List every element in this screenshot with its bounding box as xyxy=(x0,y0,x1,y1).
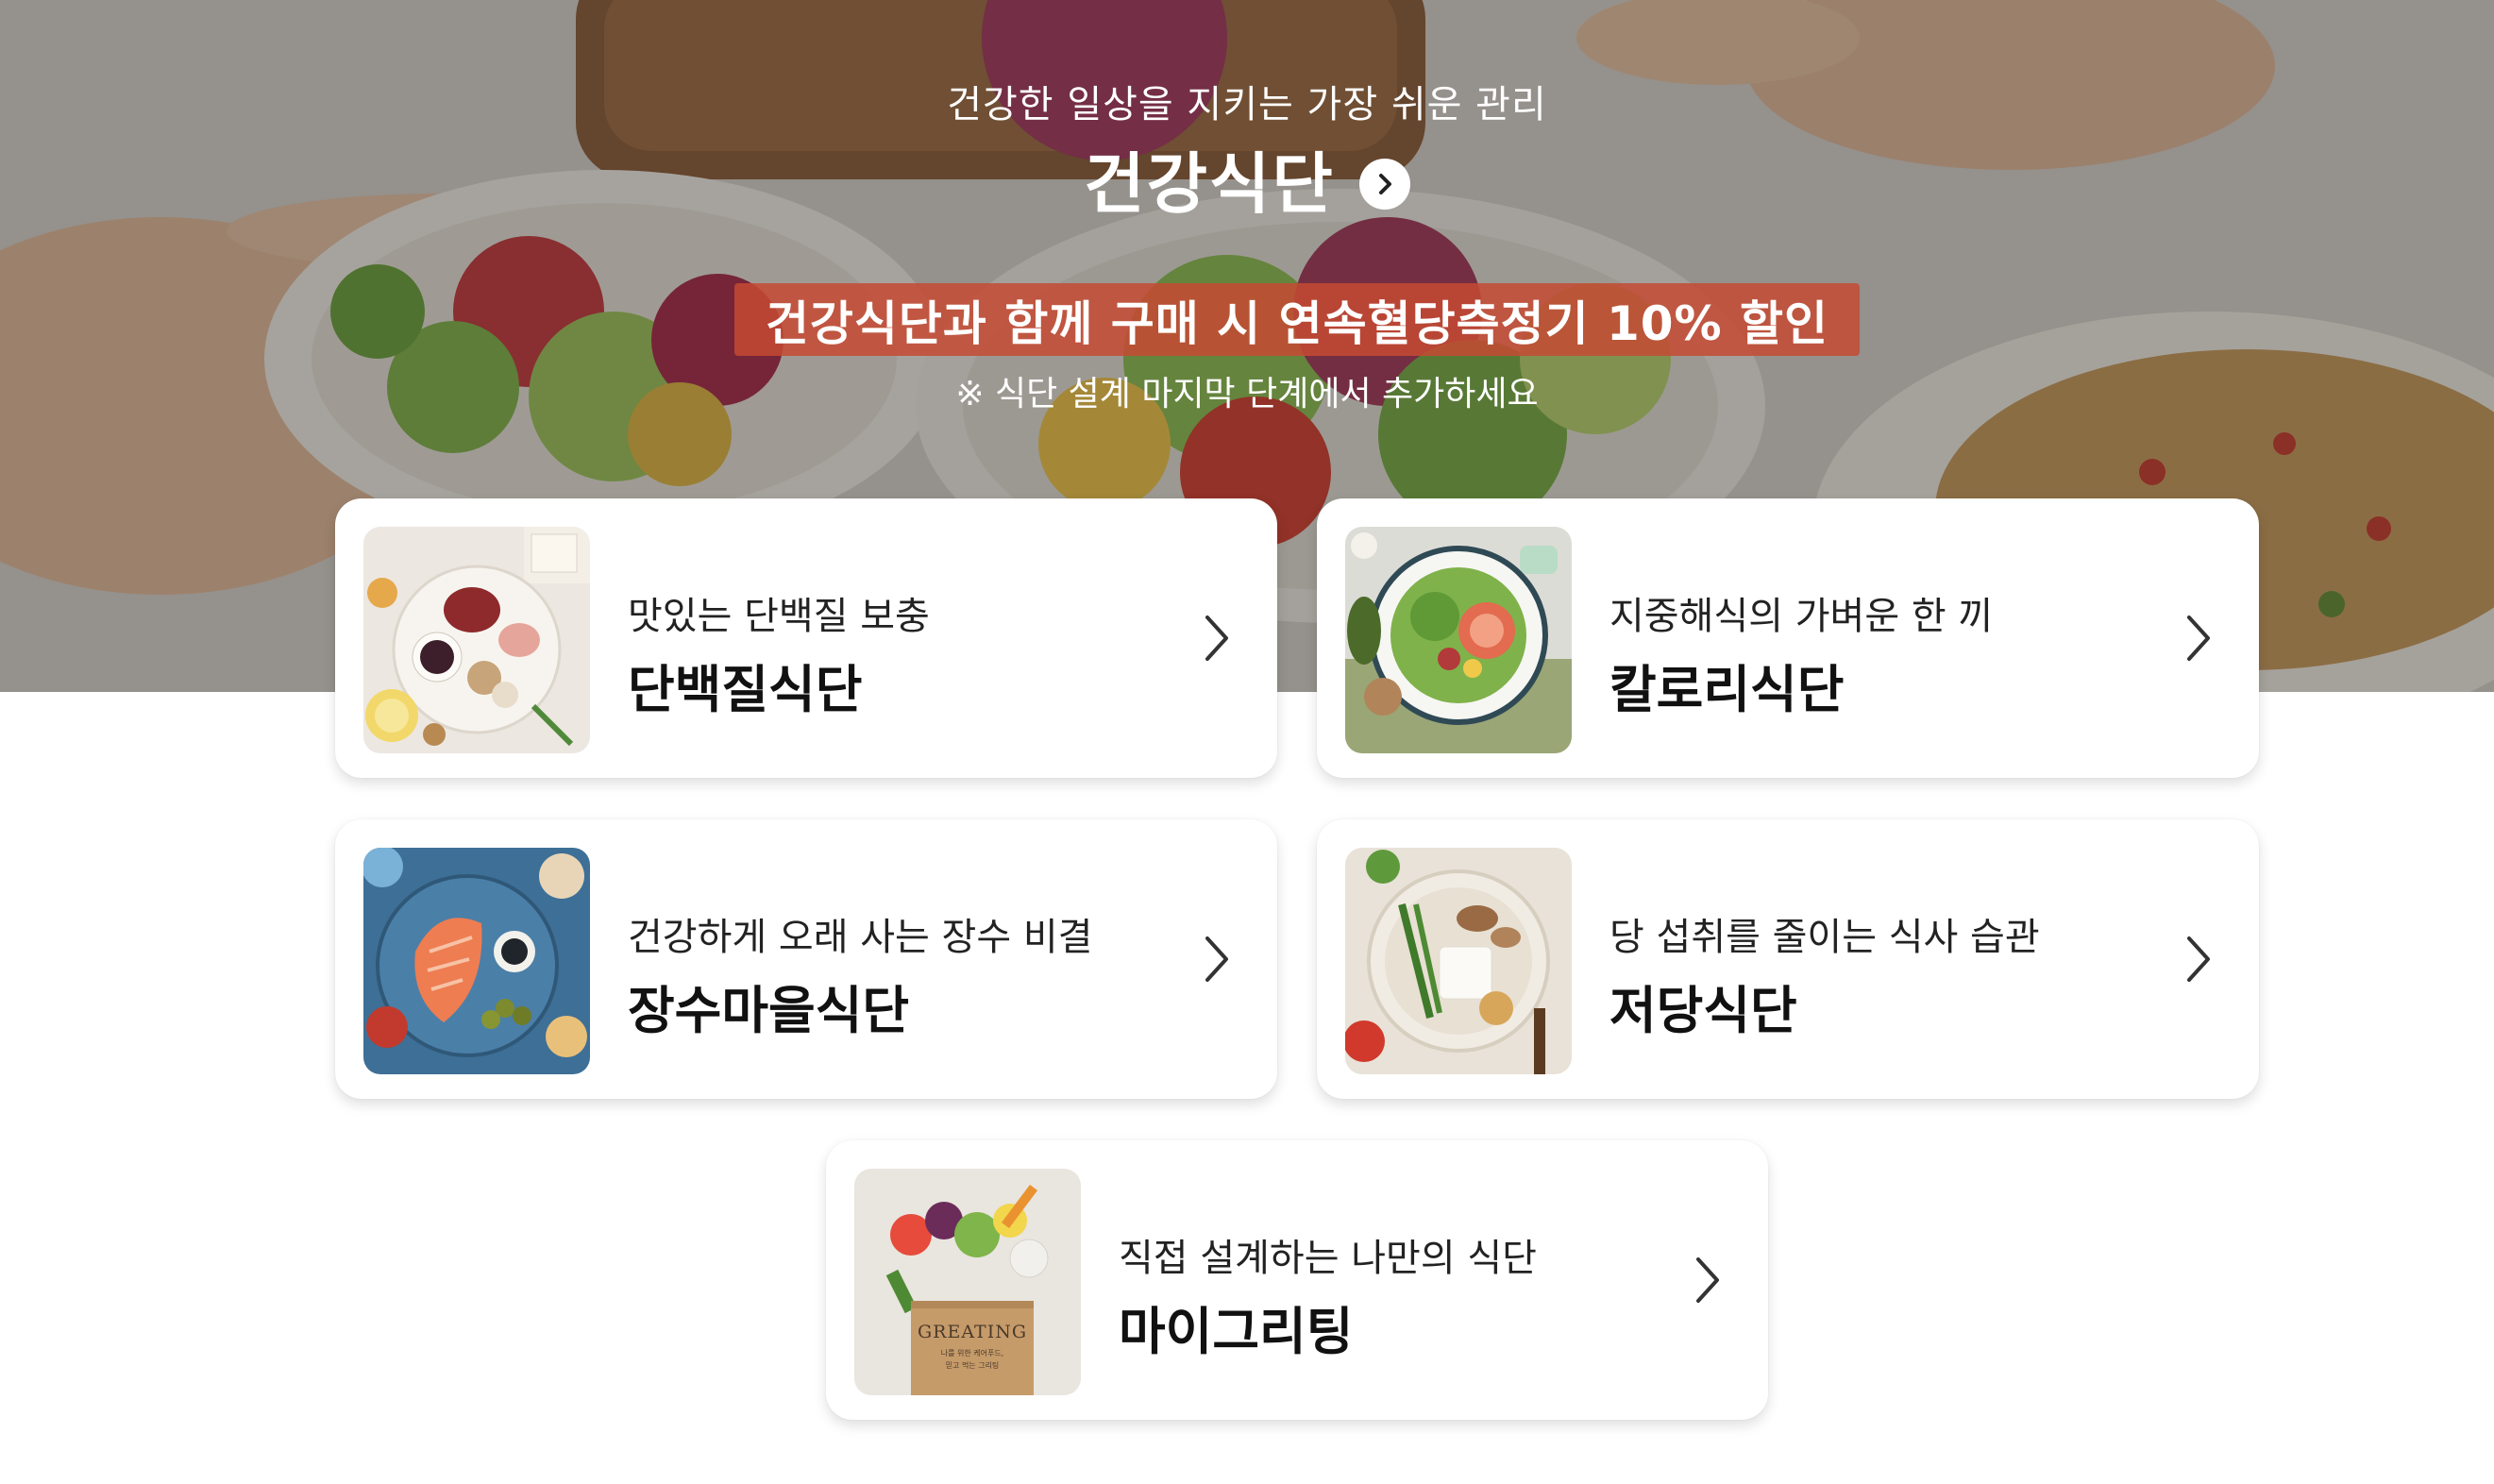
chevron-right-icon[interactable] xyxy=(2180,610,2217,666)
chevron-right-icon[interactable] xyxy=(1689,1252,1727,1308)
card-subtitle: 지중해식의 가벼운 한 끼 xyxy=(1609,595,1994,638)
hero-title[interactable]: 건강식단 xyxy=(1084,151,1335,217)
card-subtitle: 당 섭취를 줄이는 식사 습관 xyxy=(1609,916,2040,959)
card-image-low-sugar xyxy=(1345,848,1572,1074)
chevron-right-icon[interactable] xyxy=(2180,931,2217,987)
card-subtitle: 직접 설계하는 나만의 식단 xyxy=(1119,1237,1537,1280)
card-title: 저당식단 xyxy=(1609,981,1797,1040)
bag-brand: GREATING xyxy=(917,1322,1028,1342)
diet-card-low-sugar[interactable]: 당 섭취를 줄이는 식사 습관 저당식단 xyxy=(1317,819,2259,1099)
promo-banner: 건강식단과 함께 구매 시 연속혈당측정기 10% 할인 xyxy=(734,283,1860,356)
promo-note: ※ 식단 설계 마지막 단계에서 추가하세요 xyxy=(955,375,1539,413)
diet-card-my-greating[interactable]: GREATING 나를 위한 케어푸드, 믿고 먹는 그리팅 직접 설계하는 나… xyxy=(826,1140,1768,1420)
chevron-right-circle-icon[interactable] xyxy=(1358,159,1410,210)
diet-card-longevity[interactable]: 건강하게 오래 사는 장수 비결 장수마을식단 xyxy=(335,819,1277,1099)
card-subtitle: 맛있는 단백질 보충 xyxy=(628,595,930,638)
card-title: 칼로리식단 xyxy=(1609,660,1845,719)
hero-title-row[interactable]: 건강식단 xyxy=(0,151,2494,217)
hero-subtitle: 건강한 일상을 지키는 가장 쉬운 관리 xyxy=(947,83,1547,126)
diet-card-calorie[interactable]: 지중해식의 가벼운 한 끼 칼로리식단 xyxy=(1317,498,2259,778)
card-subtitle: 건강하게 오래 사는 장수 비결 xyxy=(628,916,1093,959)
bag-caption-2: 믿고 먹는 그리팅 xyxy=(945,1361,1000,1370)
chevron-right-icon[interactable] xyxy=(1198,931,1236,987)
card-image-protein xyxy=(363,527,590,753)
page: 건강한 일상을 지키는 가장 쉬운 관리 건강식단 건강식단과 함께 구매 시 … xyxy=(0,0,2494,1484)
card-title: 단백질식단 xyxy=(628,660,863,719)
card-title: 마이그리팅 xyxy=(1119,1302,1354,1361)
bag-caption-1: 나를 위한 케어푸드, xyxy=(940,1349,1004,1358)
card-image-calorie xyxy=(1345,527,1572,753)
card-image-longevity xyxy=(363,848,590,1074)
diet-card-protein[interactable]: 맛있는 단백질 보충 단백질식단 xyxy=(335,498,1277,778)
card-image-my-greating: GREATING 나를 위한 케어푸드, 믿고 먹는 그리팅 xyxy=(854,1169,1081,1395)
card-title: 장수마을식단 xyxy=(628,981,910,1040)
chevron-right-icon[interactable] xyxy=(1198,610,1236,666)
